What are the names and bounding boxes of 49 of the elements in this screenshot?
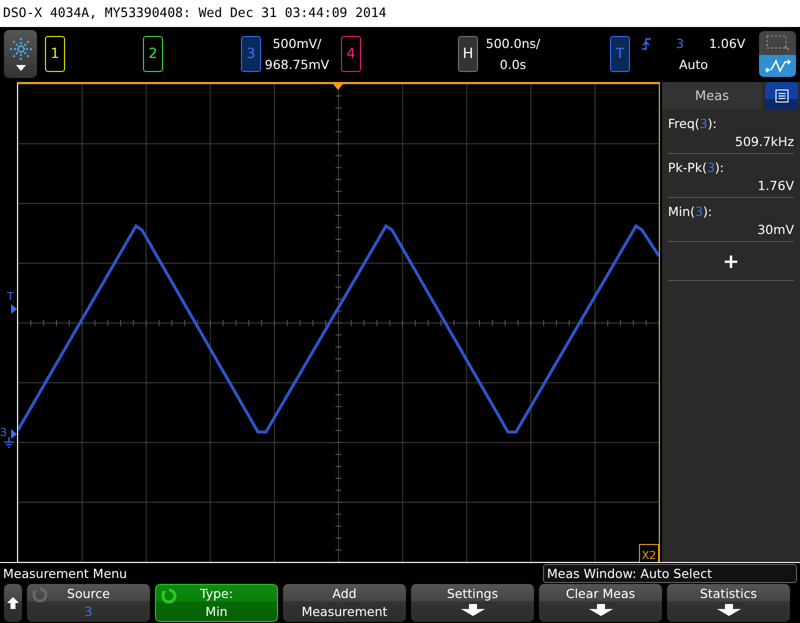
time-delay: 0.0s: [500, 57, 526, 72]
channel-marker: 3: [0, 426, 7, 440]
measurement-value: 1.76V: [758, 178, 794, 194]
measurement-value: 509.7kHz: [735, 134, 794, 150]
channel-button[interactable]: 2: [143, 36, 163, 72]
time-scale: 500.0ns/: [486, 36, 540, 52]
rising-edge-icon: [642, 38, 652, 50]
measurement-value: 30mV: [757, 222, 794, 238]
trigger-level-marker: T: [7, 290, 14, 304]
softkey-button[interactable]: Source 3: [27, 584, 150, 622]
cursor-marker: X2: [639, 544, 659, 562]
channel-scale: 500mV/: [272, 36, 322, 52]
channel-button[interactable]: 4: [341, 36, 361, 72]
trigger-source: 3: [676, 36, 684, 52]
waveform-arrows-icon: [764, 58, 790, 74]
down-arrow-icon: [460, 604, 484, 616]
softkey-button[interactable]: Settings: [411, 584, 534, 622]
dashed-box-icon: [766, 35, 790, 52]
logo-icon: [8, 37, 32, 62]
horizontal-button[interactable]: H: [458, 36, 478, 72]
trigger-level: 1.06V: [708, 36, 746, 52]
zoom-box-button[interactable]: [759, 31, 796, 56]
trigger-mode: Auto: [678, 57, 710, 72]
knob-icon: [160, 587, 178, 605]
add-measurement-button[interactable]: +: [722, 249, 740, 274]
meas-tab[interactable]: Meas: [662, 82, 762, 110]
down-arrow-icon: [588, 604, 612, 616]
window-title: DSO-X 4034A, MY53390408: Wed Dec 31 03:44:09 2014: [3, 6, 387, 21]
softkey-button[interactable]: Statistics: [667, 584, 790, 622]
panel-menu-button[interactable]: [765, 82, 798, 110]
menu-icon: [774, 89, 788, 104]
softkey-button[interactable]: Add Measurement: [283, 584, 406, 622]
measurement-label: Pk-Pk(3):: [668, 160, 725, 176]
back-button[interactable]: [4, 584, 22, 622]
waveform-button[interactable]: [759, 55, 796, 78]
up-arrow-icon: [7, 597, 19, 609]
softkey-button[interactable]: Type: Min: [155, 584, 278, 622]
channel-offset: 968.75mV: [264, 57, 330, 72]
measurement-label: Freq(3):: [668, 116, 718, 132]
knob-icon: [31, 586, 49, 604]
logo-button[interactable]: [4, 30, 37, 78]
meas-window-label: Meas Window: Auto Select: [543, 564, 797, 584]
menu-title: Measurement Menu: [3, 566, 128, 582]
marker-arrow-icon: [11, 304, 17, 314]
channel-button[interactable]: 1: [45, 36, 65, 72]
measurement-label: Min(3):: [668, 204, 714, 220]
down-arrow-icon: [716, 604, 740, 616]
softkey-button[interactable]: Clear Meas: [539, 584, 662, 622]
dropdown-icon: [16, 65, 26, 72]
